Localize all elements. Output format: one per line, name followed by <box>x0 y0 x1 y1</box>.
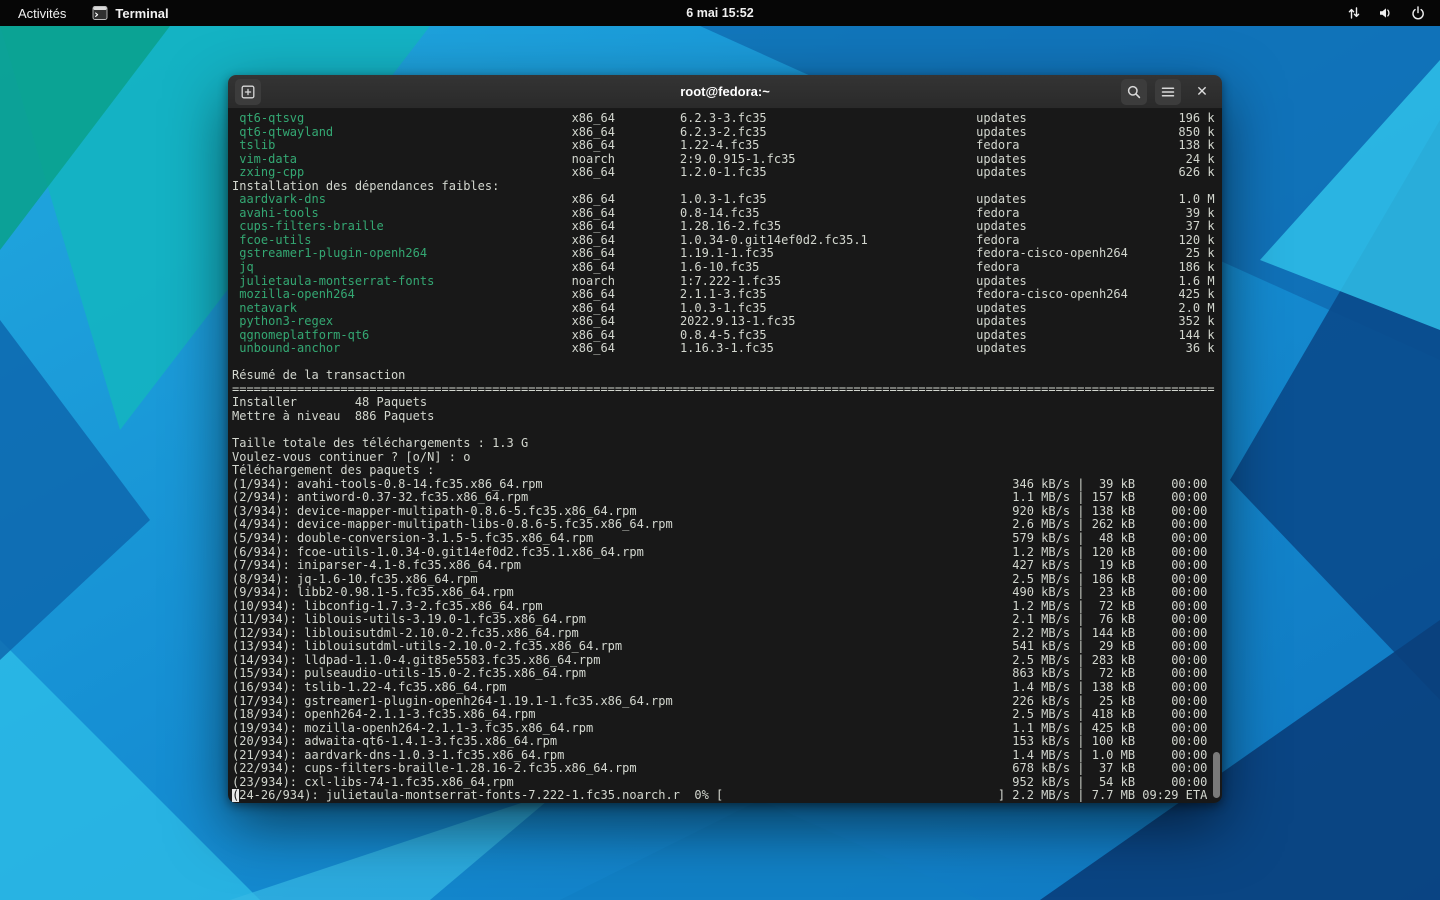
terminal-line: qt6-qtsvg x86_64 6.2.3-3.fc35 updates 19… <box>239 112 1215 125</box>
terminal-line: unbound-anchor x86_64 1.16.3-1.fc35 upda… <box>239 342 1215 356</box>
terminal-line: (23/934): cxl-libs-74-1.fc35.x86_64.rpm … <box>232 775 1208 789</box>
terminal-line: (1/934): avahi-tools-0.8-14.fc35.x86_64.… <box>232 477 1208 491</box>
search-icon <box>1127 85 1141 98</box>
terminal-output[interactable]: qt6-qtsvg x86_64 6.2.3-3.fc35 updates 19… <box>228 109 1222 803</box>
close-button[interactable]: ✕ <box>1189 79 1215 105</box>
new-tab-button[interactable] <box>235 78 261 105</box>
terminal-line: zxing-cpp x86_64 1.2.0-1.fc35 updates 62… <box>239 166 1215 180</box>
terminal-line: ========================================… <box>232 382 1215 396</box>
app-menu-label: Terminal <box>115 5 169 21</box>
terminal-line: vim-data noarch 2:9.0.915-1.fc35 updates… <box>239 152 1215 166</box>
terminal-line: (19/934): mozilla-openh264-2.1.1-3.fc35.… <box>232 721 1208 735</box>
terminal-line: aardvark-dns x86_64 1.0.3-1.fc35 updates… <box>239 193 1215 207</box>
window-headerbar[interactable]: root@fedora:~ ✕ <box>228 75 1222 109</box>
terminal-line: Résumé de la transaction <box>232 369 406 383</box>
top-bar: Activités Terminal 6 mai 15:52 <box>0 0 1440 26</box>
terminal-line: Voulez-vous continuer ? [o/N] : o <box>232 450 471 464</box>
terminal-line: (24-26/934): julietaula-montserrat-fonts… <box>232 789 1208 803</box>
desktop: Activités Terminal 6 mai 15:52 root@fedo… <box>0 0 1440 900</box>
window-title: root@fedora:~ <box>680 84 770 99</box>
network-icon[interactable] <box>1346 5 1362 21</box>
terminal-line: Mettre à niveau 886 Paquets <box>232 410 435 424</box>
activities-button[interactable]: Activités <box>12 4 72 23</box>
terminal-line: mozilla-openh264 x86_64 2.1.1-3.fc35 fed… <box>239 288 1215 302</box>
terminal-line: (10/934): libconfig-1.7.3-2.fc35.x86_64.… <box>232 599 1208 613</box>
terminal-line: avahi-tools x86_64 0.8-14.fc35 fedora 39… <box>239 206 1215 220</box>
terminal-line: (20/934): adwaita-qt6-1.4.1-3.fc35.x86_6… <box>232 735 1208 749</box>
terminal-line: cups-filters-braille x86_64 1.28.16-2.fc… <box>239 220 1215 234</box>
clock[interactable]: 6 mai 15:52 <box>686 6 753 20</box>
terminal-line: gstreamer1-plugin-openh264 x86_64 1.19.1… <box>239 247 1215 261</box>
new-tab-icon <box>241 85 255 98</box>
terminal-line: (7/934): iniparser-4.1-8.fc35.x86_64.rpm… <box>232 559 1208 573</box>
terminal-line: jq x86_64 1.6-10.fc35 fedora 186 k <box>239 261 1215 275</box>
menu-icon <box>1161 86 1175 97</box>
volume-icon[interactable] <box>1378 5 1394 21</box>
terminal-line: fcoe-utils x86_64 1.0.34-0.git14ef0d2.fc… <box>239 233 1215 247</box>
terminal-line: Installation des dépendances faibles: <box>232 179 500 193</box>
terminal-line: (5/934): double-conversion-3.1.5-5.fc35.… <box>232 531 1208 545</box>
terminal-line: (22/934): cups-filters-braille-1.28.16-2… <box>232 762 1208 776</box>
app-menu-button[interactable]: Terminal <box>92 5 169 21</box>
terminal-line: (4/934): device-mapper-multipath-libs-0.… <box>232 518 1208 532</box>
terminal-line: (9/934): libb2-0.98.1-5.fc35.x86_64.rpm … <box>232 586 1208 600</box>
terminal-line: Taille totale des téléchargements : 1.3 … <box>232 437 529 451</box>
terminal-line: (2/934): antiword-0.37-32.fc35.x86_64.rp… <box>232 491 1208 505</box>
terminal-line: (18/934): openh264-2.1.1-3.fc35.x86_64.r… <box>232 708 1208 722</box>
terminal-line: python3-regex x86_64 2022.9.13-1.fc35 up… <box>239 315 1215 329</box>
terminal-window: root@fedora:~ ✕ qt6-qtsvg x86_64 6.2.3-3… <box>228 75 1222 803</box>
terminal-line: (13/934): liblouisutdml-utils-2.10.0-2.f… <box>232 640 1208 654</box>
terminal-line: (17/934): gstreamer1-plugin-openh264-1.1… <box>232 694 1208 708</box>
terminal-line: julietaula-montserrat-fonts noarch 1:7.2… <box>239 274 1215 288</box>
terminal-line: (12/934): liblouisutdml-2.10.0-2.fc35.x8… <box>232 626 1208 640</box>
system-status-area[interactable] <box>1346 5 1440 21</box>
terminal-line: (3/934): device-mapper-multipath-0.8.6-5… <box>232 504 1208 518</box>
terminal-line: (15/934): pulseaudio-utils-15.0-2.fc35.x… <box>232 667 1208 681</box>
terminal-line: qt6-qtwayland x86_64 6.2.3-2.fc35 update… <box>239 125 1215 139</box>
terminal-line: Installer 48 Paquets <box>232 396 428 410</box>
terminal-line: Téléchargement des paquets : <box>232 464 435 478</box>
terminal-line: (14/934): lldpad-1.1.0-4.git85e5583.fc35… <box>232 653 1208 667</box>
power-icon[interactable] <box>1410 5 1426 21</box>
search-button[interactable] <box>1121 78 1147 105</box>
terminal-line: (16/934): tslib-1.22-4.fc35.x86_64.rpm 1… <box>232 680 1208 694</box>
close-icon: ✕ <box>1196 83 1208 100</box>
terminal-line: tslib x86_64 1.22-4.fc35 fedora 138 k <box>239 139 1215 153</box>
terminal-app-icon <box>92 5 108 21</box>
terminal-line: qgnomeplatform-qt6 x86_64 0.8.4-5.fc35 u… <box>239 328 1215 342</box>
scrollbar-thumb[interactable] <box>1213 752 1220 798</box>
terminal-line: (21/934): aardvark-dns-1.0.3-1.fc35.x86_… <box>232 748 1208 762</box>
terminal-line: (11/934): liblouis-utils-3.19.0-1.fc35.x… <box>232 613 1208 627</box>
menu-button[interactable] <box>1155 78 1181 105</box>
terminal-line: (8/934): jq-1.6-10.fc35.x86_64.rpm 2.5 M… <box>232 572 1208 586</box>
terminal-line: netavark x86_64 1.0.3-1.fc35 updates 2.0… <box>239 301 1215 315</box>
terminal-line: (6/934): fcoe-utils-1.0.34-0.git14ef0d2.… <box>232 545 1208 559</box>
